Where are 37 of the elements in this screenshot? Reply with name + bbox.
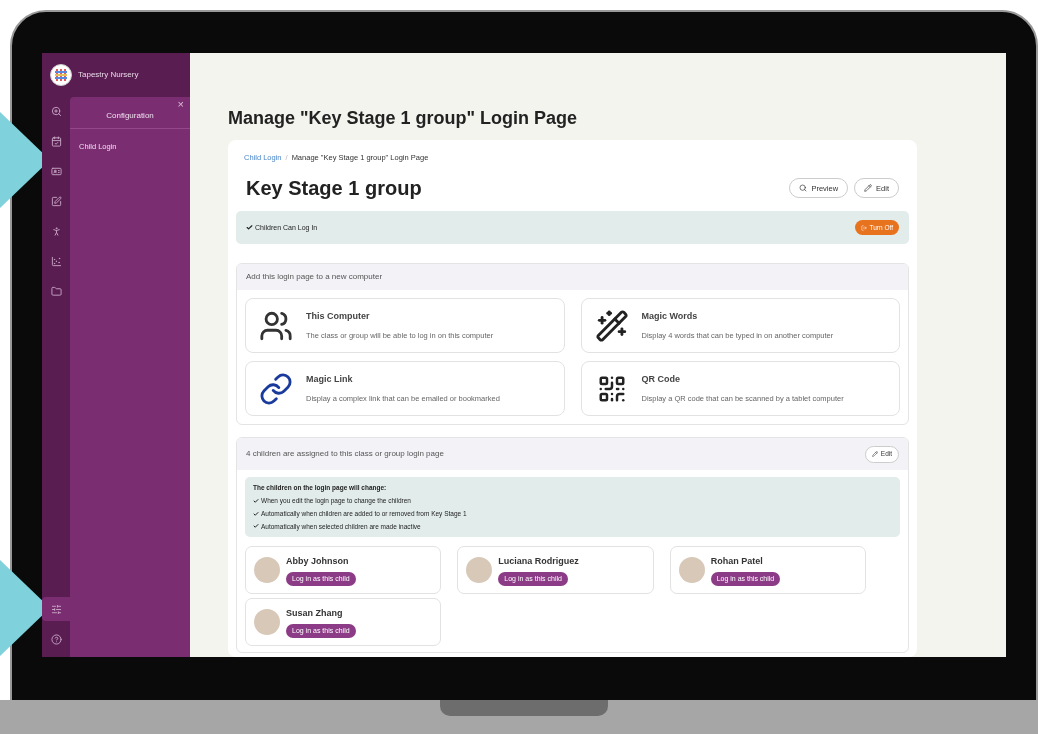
settings-icon xyxy=(50,603,62,615)
option-title: Magic Link xyxy=(306,373,354,387)
group-heading: Key Stage 1 group xyxy=(246,176,422,202)
calendar-icon xyxy=(50,135,62,147)
wand-icon xyxy=(594,308,629,343)
rail-button[interactable] xyxy=(42,597,70,621)
pencil-icon xyxy=(864,184,873,193)
zoom-icon xyxy=(50,105,62,117)
avatar-photo-placeholder xyxy=(678,557,705,584)
child-name: Luciana Rodriguez xyxy=(498,554,579,568)
search-icon xyxy=(799,184,808,193)
child-name: Susan Zhang xyxy=(286,606,343,620)
help-icon xyxy=(50,633,62,645)
brand-name: Tapestry Nursery xyxy=(78,69,139,81)
pencil-icon xyxy=(871,451,878,458)
option-title: QR Code xyxy=(641,373,681,387)
note-icon xyxy=(50,195,62,207)
exit-icon xyxy=(860,224,867,231)
avatar-photo-placeholder xyxy=(466,557,493,584)
panel-title: Configuration xyxy=(106,110,154,122)
option-title: This Computer xyxy=(306,310,371,324)
avatar-photo-placeholder xyxy=(254,609,280,636)
close-button[interactable]: × xyxy=(177,99,184,110)
avatar-photo-placeholder xyxy=(254,557,280,584)
option-title: Magic Words xyxy=(641,310,699,324)
child-name: Rohan Patel xyxy=(710,554,763,568)
logo-icon xyxy=(50,64,72,86)
chain-link-icon xyxy=(259,371,293,406)
page-title: Manage "Key Stage 1 group" Login Page xyxy=(228,107,579,130)
section-title: 4 children are assigned to this class or group login page xyxy=(246,448,444,461)
child-name: Abby Johnson xyxy=(286,554,349,568)
check-icon xyxy=(246,224,253,232)
id-card-icon xyxy=(50,165,62,177)
section-title: Add this login page to a new computer xyxy=(246,271,383,284)
person-icon xyxy=(50,225,62,237)
folder-icon xyxy=(50,285,62,297)
chart-icon xyxy=(50,255,62,267)
